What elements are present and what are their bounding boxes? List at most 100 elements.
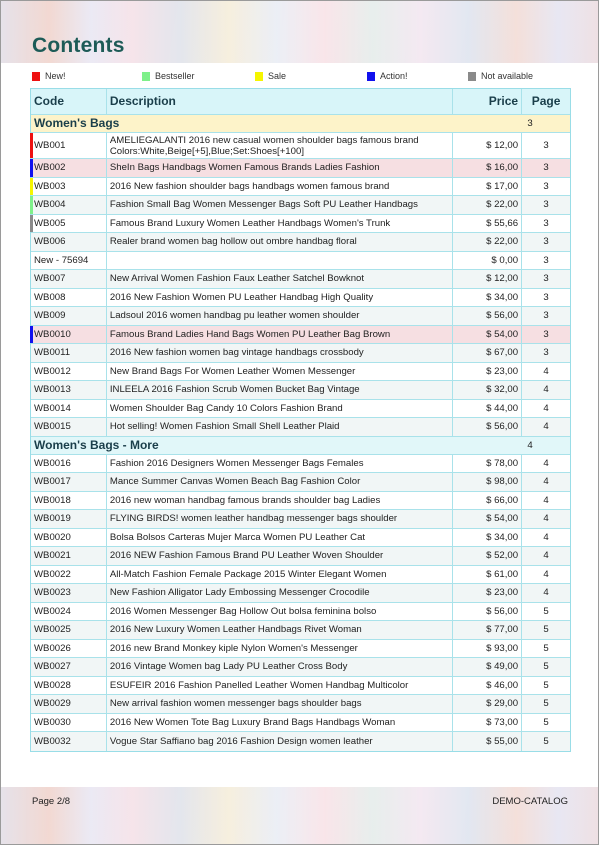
page-cell: 3 [543, 273, 549, 285]
table-row: WB008 2016 New Fashion Women PU Leather H… [31, 288, 570, 307]
table-row: WB0029 New arrival fashion women messenge… [31, 695, 570, 714]
code-cell: WB0021 [31, 547, 107, 565]
code-cell: WB008 [31, 288, 107, 306]
description-cell: 2016 NEW Fashion Famous Brand PU Leather… [107, 547, 454, 565]
page-cell: 5 [543, 698, 549, 710]
table-row: WB0023 New Fashion Alligator Lady Embossi… [31, 584, 570, 603]
table-row: WB0019 FLYING BIRDS! women leather handba… [31, 510, 570, 529]
description-cell: SheIn Bags Handbags Women Famous Brands … [107, 159, 454, 177]
description-cell: 2016 new Brand Monkey kiple Nylon Women'… [107, 639, 454, 657]
description-cell: New Brand Bags For Women Leather Women M… [107, 362, 454, 380]
table-row: WB0032 Vogue Star Saffiano bag 2016 Fashi… [31, 732, 570, 751]
description-cell: Hot selling! Women Fashion Small Shell L… [107, 418, 454, 436]
price-cell: $ 52,00 [453, 547, 523, 565]
description-cell: ESUFEIR 2016 Fashion Panelled Leather Wo… [107, 676, 454, 694]
code-cell: WB0024 [31, 602, 107, 620]
price-cell: $ 49,00 [453, 658, 523, 676]
page-cell: 4 [543, 494, 549, 506]
legend-swatch-bestseller [142, 71, 150, 81]
price-cell: $ 56,00 [453, 307, 523, 325]
description-cell: Fashion Small Bag Women Messenger Bags S… [107, 196, 454, 214]
table-row: WB0021 2016 NEW Fashion Famous Brand PU L… [31, 547, 570, 566]
table-row: WB0018 2016 new woman handbag famous bran… [31, 491, 570, 510]
section-row: Women's Bags - More 4 [31, 436, 570, 455]
description-cell: 2016 new woman handbag famous brands sho… [107, 491, 454, 509]
description-cell: AMELIEGALANTI 2016 new casual women shou… [107, 133, 454, 158]
legend-label-action: Action! [380, 71, 408, 81]
legend-label-bestseller: Bestseller [155, 71, 195, 81]
price-cell: $ 56,00 [453, 418, 523, 436]
section-title: Women's Bags - More [34, 437, 159, 452]
page-cell: 4 [543, 421, 549, 433]
table-row: WB0011 2016 New fashion women bag vintage… [31, 344, 570, 363]
description-cell: Famous Brand Ladies Hand Bags Women PU L… [107, 325, 454, 343]
code-cell: New - 75694 [31, 251, 107, 269]
header-code: Code [31, 89, 107, 114]
description-cell: Vogue Star Saffiano bag 2016 Fashion Des… [107, 732, 454, 751]
page-cell: 3 [543, 291, 549, 303]
status-marker [30, 133, 33, 158]
legend-item-not-available: Not available [468, 71, 533, 81]
price-cell: $ 54,00 [453, 325, 523, 343]
description-cell: Mance Summer Canvas Women Beach Bag Fash… [107, 473, 454, 491]
page-cell: 3 [543, 254, 549, 266]
page-cell: 4 [543, 550, 549, 562]
page-cell: 3 [543, 347, 549, 359]
page-cell: 4 [543, 587, 549, 599]
page-cell: 4 [543, 365, 549, 377]
code-cell: WB005 [31, 214, 107, 232]
price-cell: $ 78,00 [453, 454, 523, 472]
price-cell: $ 55,66 [453, 214, 523, 232]
price-cell: $ 46,00 [453, 676, 523, 694]
code-cell: WB0012 [31, 362, 107, 380]
description-cell: Women Shoulder Bag Candy 10 Colors Fashi… [107, 399, 454, 417]
description-cell: 2016 New fashion women bag vintage handb… [107, 344, 454, 362]
price-cell: $ 12,00 [453, 270, 523, 288]
code-cell: WB0032 [31, 732, 107, 751]
table-row: WB0025 2016 New Luxury Women Leather Hand… [31, 621, 570, 640]
code-cell: WB002 [31, 159, 107, 177]
code-cell: WB0013 [31, 381, 107, 399]
code-cell: WB0020 [31, 528, 107, 546]
price-cell: $ 0,00 [453, 251, 523, 269]
table-row: WB007 New Arrival Women Fashion Faux Leat… [31, 270, 570, 289]
price-cell: $ 22,00 [453, 196, 523, 214]
table-row: WB009 Ladsoul 2016 women handbag pu leath… [31, 307, 570, 326]
page-cell: 4 [543, 531, 549, 543]
header-description: Description [107, 89, 454, 114]
description-cell: Famous Brand Luxury Women Leather Handba… [107, 214, 454, 232]
code-cell: WB0015 [31, 418, 107, 436]
legend-item-bestseller: Bestseller [142, 71, 195, 81]
legend-item-action: Action! [367, 71, 408, 81]
code-cell: WB0023 [31, 584, 107, 602]
legend-label-not-available: Not available [481, 71, 534, 81]
header-page: Page [531, 94, 561, 108]
code-cell: WB0022 [31, 565, 107, 583]
table-row: WB0013 INLEELA 2016 Fashion Scrub Women B… [31, 381, 570, 400]
status-marker [30, 177, 33, 195]
catalog-page: Contents New! Bestseller Sale Action! No… [0, 0, 599, 845]
code-cell: WB0025 [31, 621, 107, 639]
price-cell: $ 23,00 [453, 362, 523, 380]
price-cell: $ 66,00 [453, 491, 523, 509]
page-cell: 4 [543, 568, 549, 580]
table-row: WB004 Fashion Small Bag Women Messenger B… [30, 196, 570, 215]
table-row: WB0012 New Brand Bags For Women Leather W… [31, 362, 570, 381]
page-cell: 3 [543, 140, 549, 151]
code-cell: WB0017 [31, 473, 107, 491]
page-cell: 3 [543, 162, 549, 174]
page-cell: 5 [543, 679, 549, 691]
page-cell: 3 [543, 199, 549, 211]
table-row: WB0015 Hot selling! Women Fashion Small S… [31, 418, 570, 437]
description-cell: Realer brand women bag hollow out ombre … [107, 233, 454, 251]
legend-swatch-not-available [468, 71, 476, 81]
description-cell: Bolsa Bolsos Carteras Mujer Marca Women … [107, 528, 454, 546]
table-row: WB0020 Bolsa Bolsos Carteras Mujer Marca … [31, 528, 570, 547]
section-row: Women's Bags 3 [31, 115, 570, 133]
price-cell: $ 73,00 [453, 713, 523, 731]
price-cell: $ 67,00 [453, 344, 523, 362]
price-cell: $ 23,00 [453, 584, 523, 602]
status-marker [30, 196, 33, 214]
description-cell: All-Match Fashion Female Package 2015 Wi… [107, 565, 454, 583]
page-cell: 4 [543, 457, 549, 469]
